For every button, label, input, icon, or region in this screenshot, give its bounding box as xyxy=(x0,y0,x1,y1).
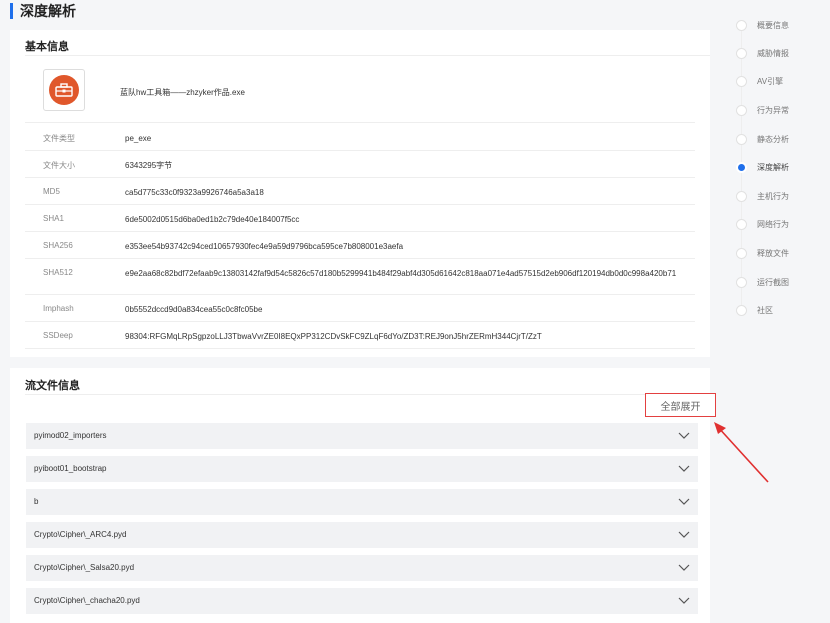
stream-item[interactable]: Crypto\Cipher\_ARC4.pyd xyxy=(26,522,698,548)
info-row-sha512: SHA512 e9e2aa68c82bdf72efaab9c13803142fa… xyxy=(25,259,695,295)
stream-item-label: b xyxy=(34,497,39,506)
info-value: 6de5002d0515d6ba0ed1b2c79de40e184007f5cc xyxy=(125,215,300,224)
stream-item[interactable]: pyimod02_importers xyxy=(26,423,698,449)
toc-item[interactable]: 威胁情报 xyxy=(736,47,789,59)
basic-info-title: 基本信息 xyxy=(25,41,69,53)
info-key: SHA1 xyxy=(43,214,64,223)
toc-dot xyxy=(736,47,747,59)
info-row-file-size: 文件大小 6343295字节 xyxy=(25,151,695,178)
chevron-down-icon[interactable] xyxy=(678,528,690,540)
chevron-down-icon[interactable] xyxy=(678,495,690,507)
divider xyxy=(25,394,710,395)
red-arrow-icon xyxy=(714,422,769,483)
toc-item[interactable]: 静态分析 xyxy=(736,133,789,145)
file-name: 蓝队hw工具箱——zhzyker作品.exe xyxy=(120,88,245,97)
chevron-down-icon[interactable] xyxy=(678,462,690,474)
stream-item-label: Crypto\Cipher\_chacha20.pyd xyxy=(34,596,140,605)
info-key: SHA256 xyxy=(43,241,73,250)
info-value: 98304:RFGMqLRpSgpzoLLJ3TbwaVvrZE0I8EQxPP… xyxy=(125,332,542,341)
toc-item[interactable]: 社区 xyxy=(736,304,773,316)
info-row-sha1: SHA1 6de5002d0515d6ba0ed1b2c79de40e18400… xyxy=(25,205,695,232)
toc-item[interactable]: 概要信息 xyxy=(736,19,789,31)
info-key: SSDeep xyxy=(43,331,73,340)
info-key: 文件类型 xyxy=(43,134,75,143)
chevron-down-icon[interactable] xyxy=(678,594,690,606)
toc-item[interactable]: 主机行为 xyxy=(736,190,789,202)
toc-item-label: 静态分析 xyxy=(757,134,789,144)
info-row-md5: MD5 ca5d775c33c0f9323a9926746a5a3a18 xyxy=(25,178,695,205)
toc-dot xyxy=(736,304,747,316)
stream-info-title: 流文件信息 xyxy=(25,380,80,392)
toc-item[interactable]: 深度解析 xyxy=(736,161,789,173)
toc-item[interactable]: 行为异常 xyxy=(736,104,789,116)
info-value: 0b5552dccd9d0a834cea55c0c8fc05be xyxy=(125,305,263,314)
stream-item[interactable]: Crypto\Cipher\_chacha20.pyd xyxy=(26,588,698,614)
stream-item-label: Crypto\Cipher\_ARC4.pyd xyxy=(34,530,127,539)
toc-dot xyxy=(736,218,747,230)
toc-item-label: 行为异常 xyxy=(757,105,789,115)
info-row-sha256: SHA256 e353ee54b93742c94ced10657930fec4e… xyxy=(25,232,695,259)
toc-item[interactable]: 释放文件 xyxy=(736,247,789,259)
toc-item[interactable]: AV引擎 xyxy=(736,75,783,87)
expand-all-button[interactable]: 全部展开 xyxy=(645,393,716,417)
info-key: 文件大小 xyxy=(43,161,75,170)
toc-dot xyxy=(736,75,747,87)
toc-item-label: 社区 xyxy=(757,305,773,315)
page-title-text: 深度解析 xyxy=(20,3,76,19)
toc-item-label: 深度解析 xyxy=(757,162,789,172)
toolbox-icon xyxy=(43,69,85,111)
info-value: e9e2aa68c82bdf72efaab9c13803142faf9d54c5… xyxy=(125,269,677,278)
toc-item[interactable]: 网络行为 xyxy=(736,218,789,230)
toc-dot xyxy=(736,276,747,288)
page-title: 深度解析 xyxy=(10,2,76,20)
stream-item-label: pyiboot01_bootstrap xyxy=(34,464,107,473)
info-value: pe_exe xyxy=(125,134,152,143)
toc-item-label: 威胁情报 xyxy=(757,48,789,58)
info-key: MD5 xyxy=(43,187,60,196)
file-row: 蓝队hw工具箱——zhzyker作品.exe xyxy=(25,57,695,123)
info-key: Imphash xyxy=(43,304,74,313)
chevron-down-icon[interactable] xyxy=(678,429,690,441)
toc-dot xyxy=(736,133,747,145)
toc-item-label: 概要信息 xyxy=(757,20,789,30)
toc-item[interactable]: 运行截图 xyxy=(736,276,789,288)
chevron-down-icon[interactable] xyxy=(678,561,690,573)
info-value: 6343295字节 xyxy=(125,161,173,170)
toc-item-label: 运行截图 xyxy=(757,277,789,287)
basic-info-card: 基本信息 蓝队hw工具箱——zhzyker作品.exe 文件类型 pe_exe … xyxy=(10,30,710,357)
stream-item-label: pyimod02_importers xyxy=(34,431,107,440)
info-row-imphash: Imphash 0b5552dccd9d0a834cea55c0c8fc05be xyxy=(25,295,695,322)
toc-item-label: AV引擎 xyxy=(757,76,784,86)
info-value: ca5d775c33c0f9323a9926746a5a3a18 xyxy=(125,188,264,197)
toc-item-label: 网络行为 xyxy=(757,219,789,229)
toc-dot xyxy=(736,104,747,116)
stream-item[interactable]: b xyxy=(26,489,698,515)
stream-item-label: Crypto\Cipher\_Salsa20.pyd xyxy=(34,563,135,572)
stream-item[interactable]: Crypto\Cipher\_Salsa20.pyd xyxy=(26,555,698,581)
toc-item-label: 主机行为 xyxy=(757,191,789,201)
toc-dot xyxy=(736,19,747,31)
toc-dot-active xyxy=(736,161,747,173)
info-value: e353ee54b93742c94ced10657930fec4e9a59d97… xyxy=(125,242,404,251)
divider xyxy=(25,55,710,56)
toc-item-label: 释放文件 xyxy=(757,248,789,258)
toc-dot xyxy=(736,247,747,259)
info-key: SHA512 xyxy=(43,268,73,277)
toc-dot xyxy=(736,190,747,202)
info-row-ssdeep: SSDeep 98304:RFGMqLRpSgpzoLLJ3TbwaVvrZE0… xyxy=(25,322,695,349)
stream-item[interactable]: pyiboot01_bootstrap xyxy=(26,456,698,482)
info-row-file-type: 文件类型 pe_exe xyxy=(25,124,695,151)
title-accent-bar xyxy=(10,3,13,19)
